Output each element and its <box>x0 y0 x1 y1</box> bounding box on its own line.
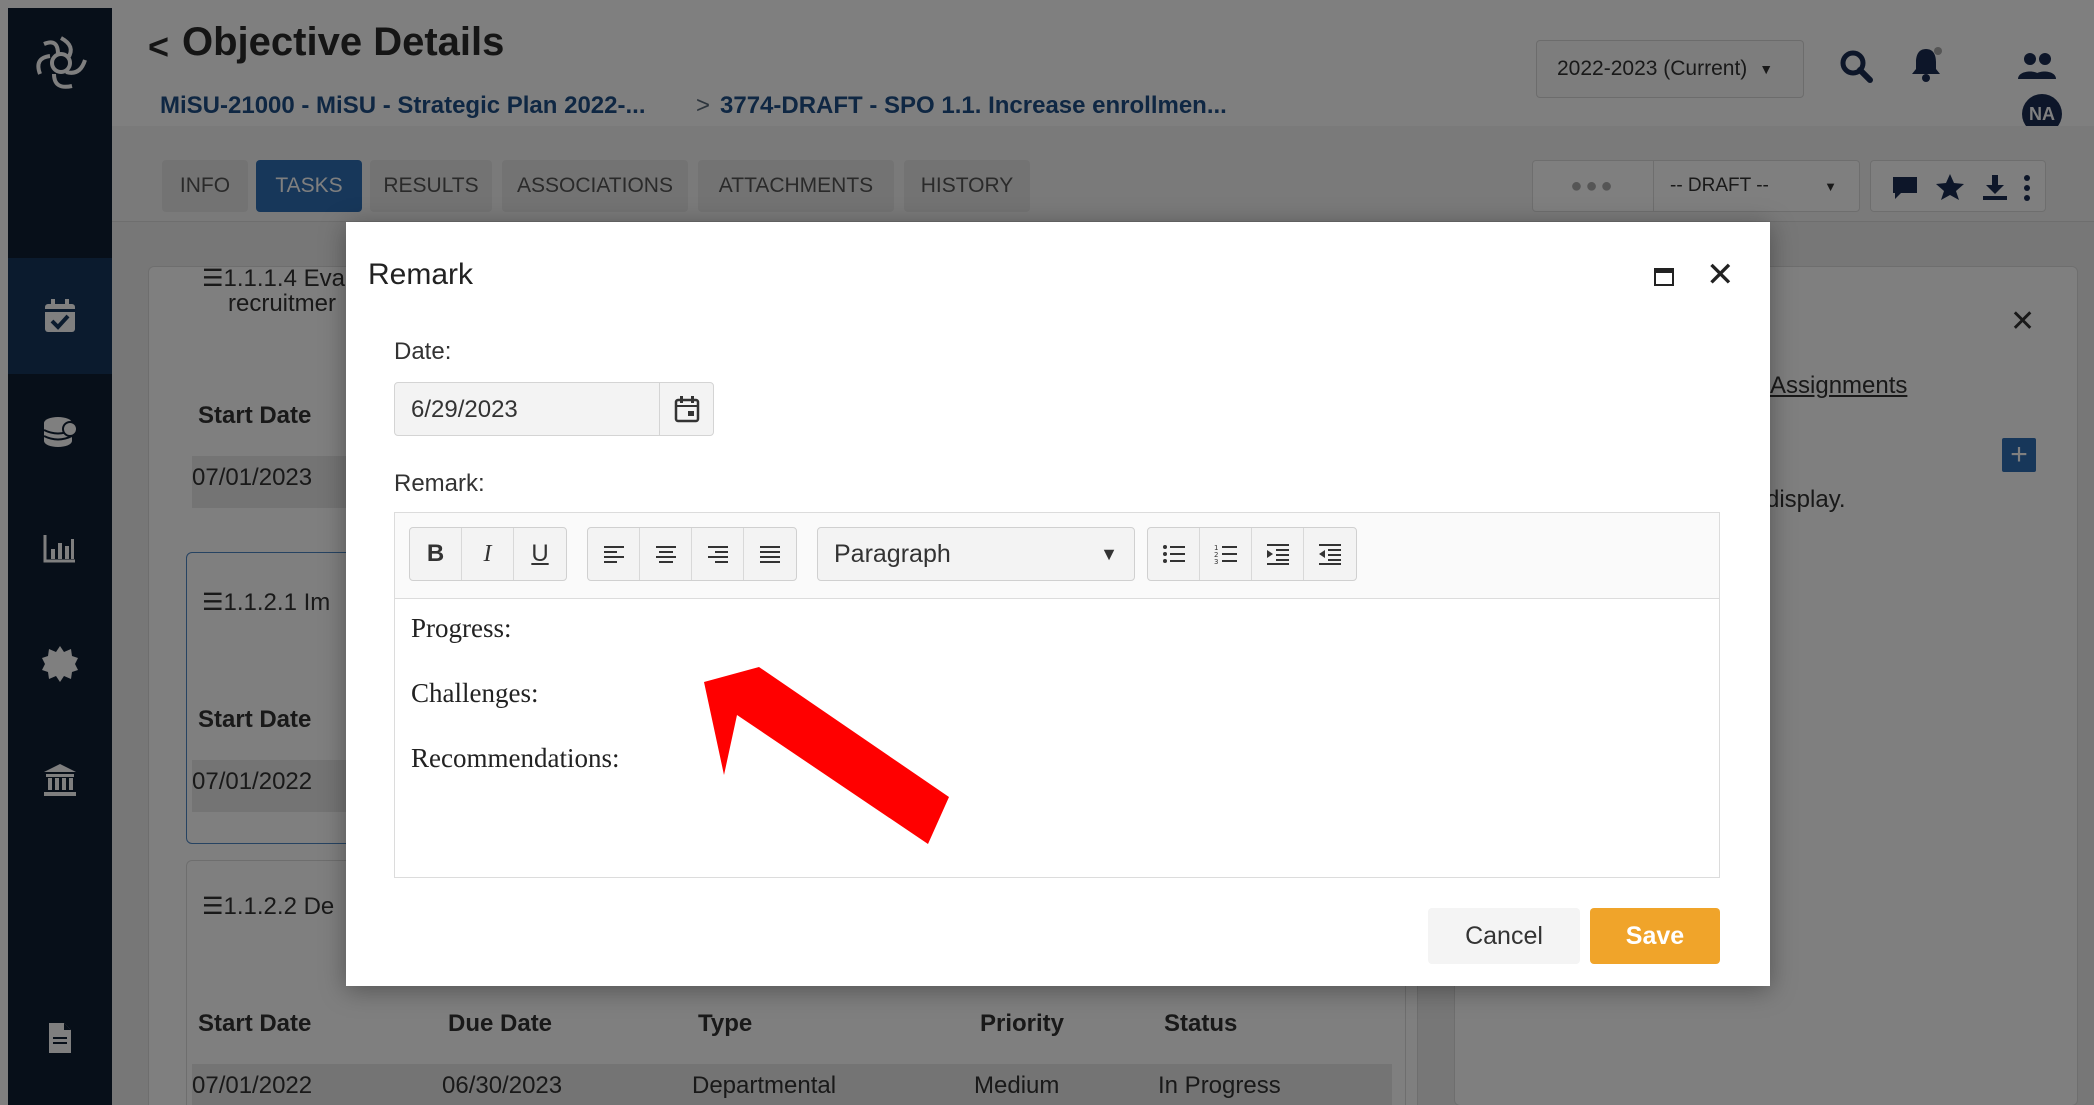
align-left-icon[interactable] <box>588 528 640 580</box>
caret-down-icon: ▼ <box>1100 543 1118 564</box>
content-line-progress: Progress: <box>411 613 512 643</box>
date-label: Date: <box>394 338 452 365</box>
align-group <box>587 527 797 581</box>
numbered-list-icon[interactable]: 123 <box>1200 528 1252 580</box>
rich-text-editor: B I U Paragraph ▼ 123 Progress: Challeng… <box>394 512 1720 878</box>
content-line-recommendations: Recommendations: <box>411 743 620 773</box>
svg-text:3: 3 <box>1214 558 1218 565</box>
align-justify-icon[interactable] <box>744 528 796 580</box>
italic-button[interactable]: I <box>462 528 514 580</box>
bullet-list-icon[interactable] <box>1148 528 1200 580</box>
save-button[interactable]: Save <box>1590 908 1720 964</box>
outdent-icon[interactable] <box>1304 528 1356 580</box>
paragraph-format-select[interactable]: Paragraph ▼ <box>817 527 1135 581</box>
content-line-challenges: Challenges: <box>411 678 539 708</box>
date-field[interactable]: 6/29/2023 <box>394 382 714 436</box>
dialog-title: Remark <box>368 258 474 291</box>
editor-toolbar: B I U Paragraph ▼ 123 <box>395 513 1719 599</box>
indent-icon[interactable] <box>1252 528 1304 580</box>
underline-button[interactable]: U <box>514 528 566 580</box>
cancel-button[interactable]: Cancel <box>1428 908 1580 964</box>
maximize-icon[interactable] <box>1654 268 1674 291</box>
paragraph-format-value: Paragraph <box>834 539 951 568</box>
align-right-icon[interactable] <box>692 528 744 580</box>
format-group: B I U <box>409 527 567 581</box>
align-center-icon[interactable] <box>640 528 692 580</box>
editor-content[interactable]: Progress: Challenges: Recommendations: <box>395 599 1719 877</box>
remark-label: Remark: <box>394 470 485 497</box>
date-value: 6/29/2023 <box>411 396 518 423</box>
bold-button[interactable]: B <box>410 528 462 580</box>
remark-dialog: Remark ✕ Date: 6/29/2023 Remark: B I U P… <box>346 222 1770 986</box>
list-group: 123 <box>1147 527 1357 581</box>
calendar-icon[interactable] <box>659 383 713 435</box>
close-icon[interactable]: ✕ <box>1706 258 1735 292</box>
